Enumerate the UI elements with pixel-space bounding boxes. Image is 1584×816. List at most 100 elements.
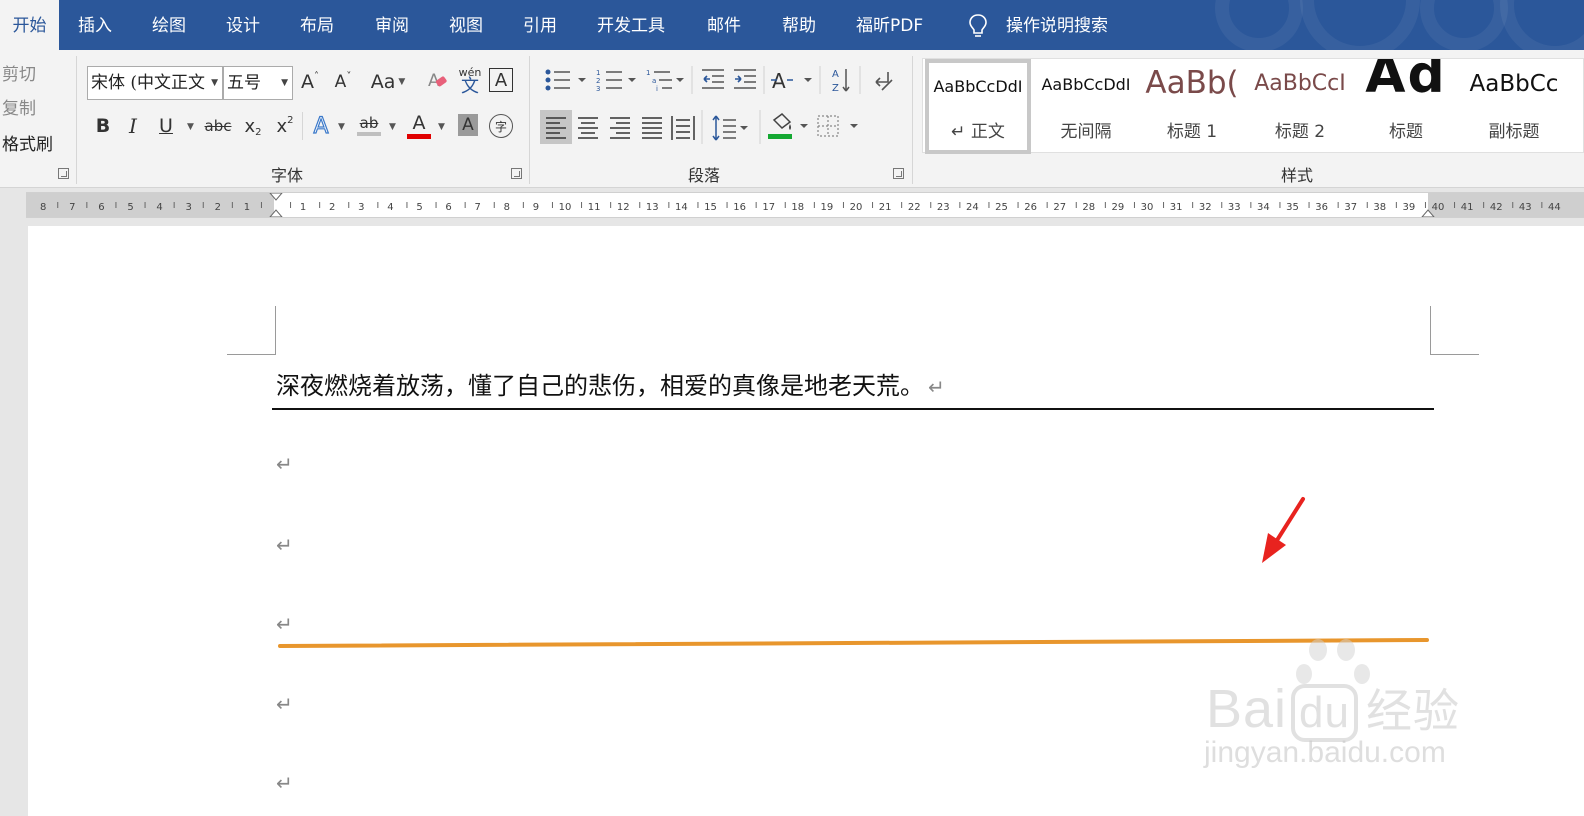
svg-text:i: i — [656, 85, 658, 93]
cut-button[interactable]: 剪切 — [2, 60, 36, 85]
style-no-spacing[interactable]: AaBbCcDdI 无间隔 — [1033, 59, 1139, 154]
chevron-down-icon[interactable]: ▼ — [438, 122, 445, 132]
font-size-combo[interactable]: 五号 ▼ — [223, 66, 293, 100]
ruler-number: 13 — [646, 202, 659, 213]
tell-me-search[interactable]: 操作说明搜索 — [1006, 0, 1108, 50]
font-name-combo[interactable]: 宋体 (中文正文 ▼ — [87, 66, 223, 100]
copy-button[interactable]: 复制 — [2, 94, 36, 119]
style-heading-2[interactable]: AaBbCcI 标题 2 — [1247, 59, 1353, 154]
ruler-number: 1 — [244, 202, 250, 213]
ruler-number: 5 — [416, 202, 422, 213]
tab-developer[interactable]: 开发工具 — [597, 0, 665, 50]
ruler-number: 17 — [762, 202, 775, 213]
empty-paragraph[interactable]: ↵ — [276, 612, 293, 636]
clipboard-dialog-launcher-icon[interactable] — [58, 168, 69, 179]
ruler-number: 35 — [1286, 202, 1299, 213]
ruler-number: 19 — [821, 202, 834, 213]
ruler-number: 38 — [1373, 202, 1386, 213]
decorative-circle — [1420, 0, 1508, 50]
style-subtitle[interactable]: AaBbCc 副标题 — [1461, 59, 1567, 154]
chevron-down-icon: ▼ — [211, 78, 218, 88]
ruler-number: 16 — [733, 202, 746, 213]
tab-view[interactable]: 视图 — [449, 0, 483, 50]
document-line[interactable]: 深夜燃烧着放荡，懂了自己的悲伤，相爱的真像是地老天荒。 ↵ — [276, 366, 945, 401]
empty-paragraph[interactable]: ↵ — [276, 692, 293, 716]
style-name: 无间隔 — [1060, 122, 1112, 142]
style-name: 标题 2 — [1274, 122, 1326, 142]
paragraph-mark: ↵ — [928, 375, 945, 399]
clear-formatting-icon[interactable]: A — [426, 68, 450, 94]
strikethrough-button[interactable]: abc — [202, 112, 234, 140]
bullets-icon — [545, 69, 586, 91]
ruler-number: 6 — [445, 202, 451, 213]
ruler-number: 44 — [1548, 202, 1561, 213]
italic-button[interactable]: I — [123, 112, 143, 140]
ruler-number: 6 — [98, 202, 104, 213]
text-effects-button[interactable]: A — [309, 112, 333, 140]
indent-marker-icon[interactable] — [269, 193, 283, 217]
format-painter-button[interactable]: 格式刷 — [2, 130, 53, 155]
phonetic-guide-button[interactable]: wén 文 — [457, 64, 483, 98]
highlight-color-bar — [357, 132, 381, 136]
enclose-characters-button[interactable]: 字 — [489, 114, 513, 138]
tab-foxit-pdf[interactable]: 福昕PDF — [856, 0, 923, 50]
ruler-number: 28 — [1082, 202, 1095, 213]
bold-button[interactable]: B — [92, 112, 114, 140]
tab-help[interactable]: 帮助 — [782, 0, 816, 50]
font-size-value: 五号 — [227, 73, 261, 93]
empty-paragraph[interactable]: ↵ — [276, 533, 293, 557]
character-shading-button[interactable]: A — [458, 114, 478, 136]
ruler-number: 32 — [1199, 202, 1212, 213]
decorative-circle — [1300, 0, 1420, 50]
chevron-down-icon[interactable]: ▼ — [389, 122, 396, 132]
tab-home[interactable]: 开始 — [0, 0, 59, 50]
empty-paragraph[interactable]: ↵ — [276, 452, 293, 476]
chevron-down-icon[interactable]: ▼ — [338, 122, 345, 132]
horizontal-ruler[interactable]: 8 7 6 5 4 3 2 1 1 2 3 4 5 6 7 8 9 10 11 12 13 14 15 16 17 18 19 20 2… — [26, 192, 1584, 218]
paragraph-dialog-launcher-icon[interactable] — [893, 168, 904, 179]
tab-insert[interactable]: 插入 — [78, 0, 112, 50]
style-name: 标题 — [1389, 122, 1423, 142]
tab-draw[interactable]: 绘图 — [152, 0, 186, 50]
lightbulb-icon[interactable] — [968, 13, 988, 39]
grow-font-button[interactable]: A ˄ — [297, 68, 323, 96]
style-normal[interactable]: AaBbCcDdI ↵ 正文 — [925, 59, 1031, 154]
decorative-circle — [1500, 0, 1584, 50]
style-title[interactable]: Ad 标题 — [1353, 59, 1459, 154]
borders-icon — [817, 115, 858, 137]
font-dialog-launcher-icon[interactable] — [511, 168, 522, 179]
superscript-button[interactable]: x2 — [272, 112, 298, 140]
ruler-number: 3 — [358, 202, 364, 213]
ruler-number: 2 — [329, 202, 335, 213]
styles-gallery: AaBbCcDdI ↵ 正文 AaBbCcDdI 无间隔 AaBb( 标题 1 … — [922, 58, 1584, 154]
underline-button[interactable]: U — [154, 112, 178, 140]
asian-layout-icon: A — [771, 69, 812, 93]
subscript-button[interactable]: x2 — [240, 112, 266, 140]
subscript-x: x — [244, 115, 256, 137]
shrink-font-button[interactable]: A ˅ — [330, 68, 356, 96]
style-heading-1[interactable]: AaBb( 标题 1 — [1139, 59, 1245, 154]
style-preview: AaBbCc — [1469, 71, 1559, 97]
tab-references[interactable]: 引用 — [523, 0, 557, 50]
character-border-button[interactable]: A — [489, 68, 513, 92]
superscript-mark: 2 — [287, 114, 294, 126]
paragraph-bottom-border — [272, 408, 1434, 410]
multilevel-list-icon: 1ai — [646, 69, 684, 93]
tab-mailings[interactable]: 邮件 — [707, 0, 741, 50]
tab-layout[interactable]: 布局 — [300, 0, 334, 50]
ruler-number: 43 — [1519, 202, 1532, 213]
ruler-number: 15 — [704, 202, 717, 213]
shading-icon — [768, 113, 808, 139]
ribbon-tab-bar: 开始 插入 绘图 设计 布局 审阅 视图 引用 开发工具 邮件 帮助 福昕PDF… — [0, 0, 1584, 50]
font-color-button[interactable]: A — [406, 108, 432, 142]
decrease-indent-icon — [702, 69, 724, 89]
tab-design[interactable]: 设计 — [226, 0, 260, 50]
tab-review[interactable]: 审阅 — [375, 0, 409, 50]
ruler-number: 1 — [300, 202, 306, 213]
highlight-button[interactable]: ab — [354, 108, 384, 142]
change-case-button[interactable]: Aa ▼ — [367, 68, 409, 96]
chevron-down-icon[interactable]: ▼ — [187, 122, 194, 132]
empty-paragraph[interactable]: ↵ — [276, 771, 293, 795]
ruler-number: 34 — [1257, 202, 1270, 213]
ruler-number: 22 — [908, 202, 921, 213]
